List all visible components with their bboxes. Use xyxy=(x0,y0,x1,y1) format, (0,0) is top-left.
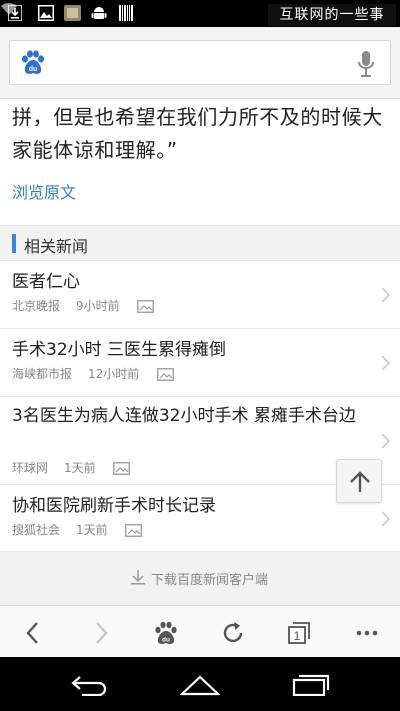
news-source: 北京晚报 xyxy=(12,299,61,313)
android-icon xyxy=(91,7,107,19)
gallery-icon xyxy=(38,5,54,21)
article-content: 拼，但是也希望在我们力所不及的时候大家能体谅和理解。” 浏览原文 xyxy=(0,99,400,225)
news-meta: 搜狐社会 1天前 xyxy=(12,521,143,538)
news-source: 环球网 xyxy=(12,461,49,475)
barcode-icon xyxy=(119,5,133,21)
download-arrow-icon xyxy=(131,570,145,585)
image-icon xyxy=(113,462,131,475)
baidu-paw-icon[interactable]: du xyxy=(20,50,46,76)
chevron-right-icon xyxy=(381,433,390,449)
news-time: 1天前 xyxy=(76,523,108,537)
article-text: 拼，但是也希望在我们力所不及的时候大家能体谅和理解。” xyxy=(12,105,383,162)
more-icon[interactable] xyxy=(354,620,380,646)
related-news-header: 相关新闻 xyxy=(0,225,400,261)
tab-count: 1 xyxy=(294,629,301,643)
search-area: du xyxy=(0,27,400,99)
news-meta: 环球网 1天前 xyxy=(12,459,131,476)
search-input[interactable]: du xyxy=(9,40,391,85)
news-meta: 海峡都市报 12小时前 xyxy=(12,365,175,382)
tabs-icon[interactable]: 1 xyxy=(286,620,312,646)
scroll-to-top-button[interactable] xyxy=(336,459,382,503)
browser-toolbar: du 1 xyxy=(0,605,400,657)
refresh-icon[interactable] xyxy=(220,620,246,646)
news-source: 海峡都市报 xyxy=(12,367,73,381)
image-icon xyxy=(125,524,143,537)
related-news-title: 相关新闻 xyxy=(24,237,89,256)
svg-text:du: du xyxy=(29,66,38,73)
chevron-right-icon xyxy=(381,287,390,303)
baidu-home-icon[interactable]: du xyxy=(153,620,179,646)
read-original-link[interactable]: 浏览原文 xyxy=(12,179,76,203)
news-meta: 北京晚报 9小时前 xyxy=(12,297,155,314)
news-time: 9小时前 xyxy=(76,299,120,313)
back-icon[interactable] xyxy=(20,620,46,646)
news-title: 手术32小时 三医生累得瘫倒 xyxy=(12,340,227,360)
news-title: 协和医院刷新手术时长记录 xyxy=(12,496,216,516)
section-accent-bar xyxy=(12,234,16,253)
nav-recents-icon[interactable] xyxy=(292,674,330,696)
chevron-right-icon xyxy=(381,511,390,527)
app-icon xyxy=(64,5,81,21)
status-bar: 互联网的一些事 xyxy=(0,0,400,27)
download-client-link[interactable]: 下载百度新闻客户端 xyxy=(0,552,400,604)
system-nav-bar xyxy=(0,657,400,711)
news-time: 1天前 xyxy=(64,461,96,475)
forward-icon[interactable] xyxy=(88,620,114,646)
news-time: 12小时前 xyxy=(88,367,140,381)
news-source: 搜狐社会 xyxy=(12,523,61,537)
nav-back-icon[interactable] xyxy=(70,674,108,696)
download-client-text: 下载百度新闻客户端 xyxy=(151,573,269,588)
arrow-up-icon xyxy=(350,471,370,492)
nav-home-icon[interactable] xyxy=(180,674,220,696)
news-title: 医者仁心 xyxy=(12,272,80,292)
chevron-right-icon xyxy=(381,355,390,371)
image-icon xyxy=(137,300,155,313)
download-icon xyxy=(8,5,22,21)
watermark-text: 互联网的一些事 xyxy=(268,4,396,26)
news-title: 3名医生为病人连做32小时手术 累瘫手术台边 xyxy=(12,406,356,426)
microphone-icon[interactable] xyxy=(357,50,375,78)
svg-text:du: du xyxy=(162,637,170,644)
image-icon xyxy=(157,368,175,381)
news-item[interactable]: 手术32小时 三医生累得瘫倒 海峡都市报 12小时前 xyxy=(0,329,400,397)
news-item[interactable]: 医者仁心 北京晚报 9小时前 xyxy=(0,261,400,329)
